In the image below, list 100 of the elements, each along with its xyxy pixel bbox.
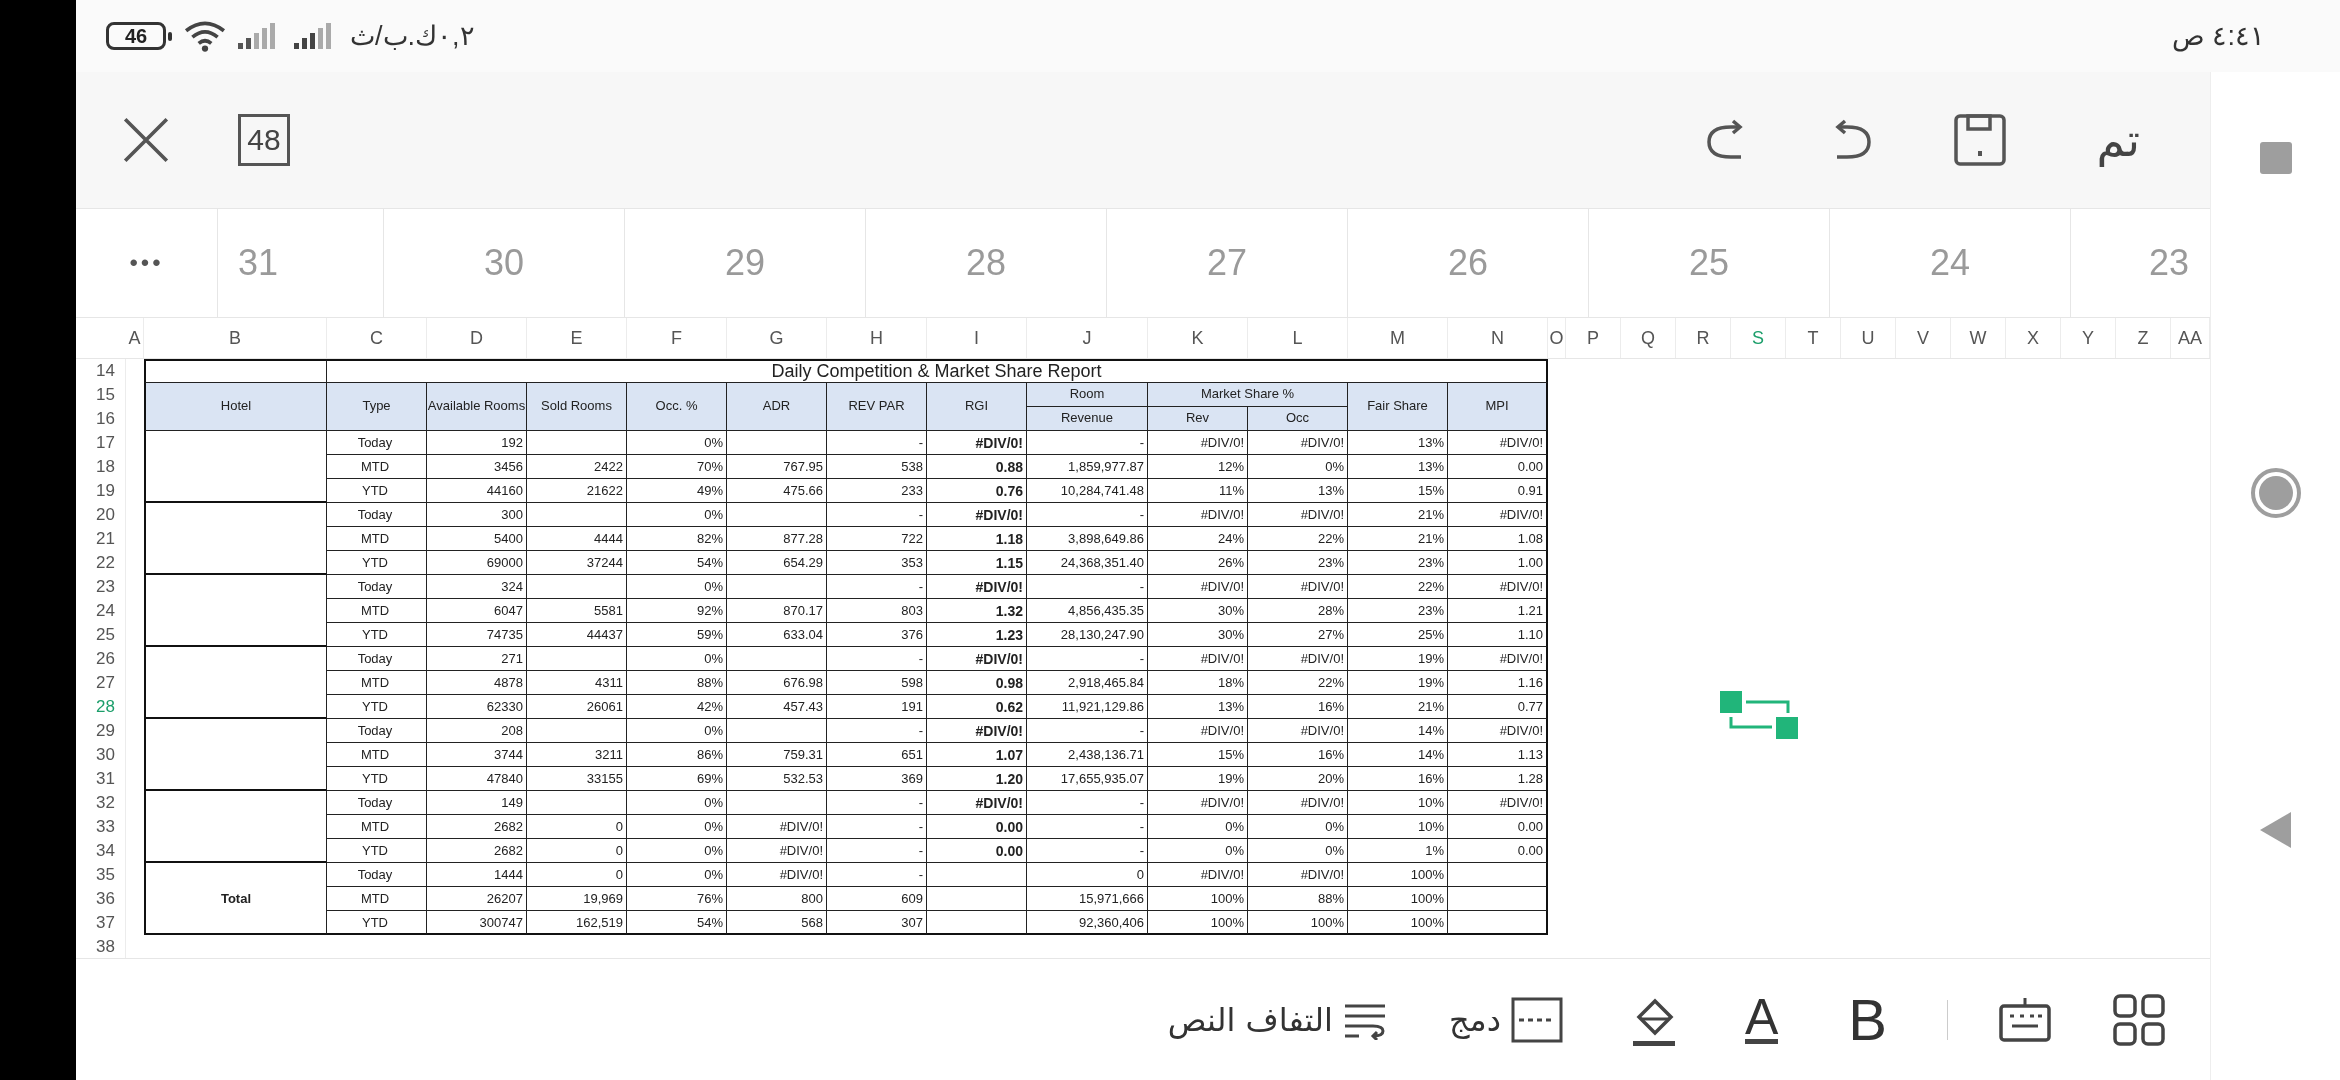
table-cell: 19,969 [527, 887, 627, 911]
row-number[interactable]: 20 [76, 503, 126, 527]
table-cell: 0% [1248, 815, 1348, 839]
column-header[interactable]: F [627, 318, 727, 358]
done-button[interactable]: تم [2096, 113, 2140, 167]
column-header[interactable]: N [1448, 318, 1548, 358]
row-number[interactable]: 37 [76, 911, 126, 935]
table-cell: 10,284,741.48 [1027, 479, 1148, 503]
row-number[interactable]: 32 [76, 791, 126, 815]
table-cell: 12% [1148, 455, 1248, 479]
column-header[interactable]: D [427, 318, 527, 358]
table-cell: 1.00 [1448, 551, 1548, 575]
column-header[interactable]: M [1348, 318, 1448, 358]
table-cell: #DIV/0! [1448, 431, 1548, 455]
row-number[interactable]: 38 [76, 935, 126, 958]
column-header[interactable]: X [2006, 318, 2061, 358]
column-header[interactable]: K [1148, 318, 1248, 358]
column-header[interactable]: C [327, 318, 427, 358]
header-cell: Type [327, 383, 427, 431]
row-number[interactable]: 27 [76, 671, 126, 695]
table-cell: 14% [1348, 719, 1448, 743]
table-cell: 1.21 [1448, 599, 1548, 623]
column-header[interactable]: P [1566, 318, 1621, 358]
row-number[interactable]: 29 [76, 719, 126, 743]
table-cell: - [1027, 431, 1148, 455]
column-header[interactable]: V [1896, 318, 1951, 358]
table-cell: 70% [627, 455, 727, 479]
row-number[interactable]: 15 [76, 383, 126, 407]
row-number[interactable]: 36 [76, 887, 126, 911]
table-cell: 0% [1248, 455, 1348, 479]
wrap-text-button[interactable]: التفاف النص [1167, 999, 1387, 1040]
row-number[interactable]: 23 [76, 575, 126, 599]
row-number[interactable]: 31 [76, 767, 126, 791]
table-cell: YTD [327, 479, 427, 503]
hotel-cell: Total [144, 863, 327, 935]
wifi-icon [184, 20, 226, 52]
row-number[interactable]: 16 [76, 407, 126, 431]
column-header[interactable]: T [1786, 318, 1841, 358]
column-header[interactable]: G [727, 318, 827, 358]
row-number[interactable]: 24 [76, 599, 126, 623]
column-header[interactable]: I [927, 318, 1027, 358]
more-button[interactable]: ••• [76, 209, 218, 317]
table-cell: 22% [1348, 575, 1448, 599]
row-number[interactable]: 18 [76, 455, 126, 479]
table-cell: 0.77 [1448, 695, 1548, 719]
column-header[interactable]: O [1548, 318, 1566, 358]
column-header[interactable]: B [144, 318, 327, 358]
column-header[interactable]: Q [1621, 318, 1676, 358]
table-cell: 0.00 [927, 815, 1027, 839]
recents-icon[interactable] [2257, 140, 2294, 176]
column-header[interactable]: A [126, 318, 144, 358]
row-number[interactable]: 30 [76, 743, 126, 767]
table-cell: 0 [1027, 863, 1148, 887]
column-header[interactable]: W [1951, 318, 2006, 358]
home-icon[interactable] [2249, 467, 2302, 519]
row-number[interactable]: 21 [76, 527, 126, 551]
table-cell: 870.17 [727, 599, 827, 623]
table-cell: 16% [1248, 743, 1348, 767]
row-number[interactable]: 26 [76, 647, 126, 671]
table-cell: 376 [827, 623, 927, 647]
column-header[interactable]: Z [2116, 318, 2171, 358]
keyboard-icon[interactable] [1998, 995, 2052, 1044]
table-cell: 2,918,465.84 [1027, 671, 1148, 695]
row-number[interactable]: 22 [76, 551, 126, 575]
column-header[interactable]: Y [2061, 318, 2116, 358]
column-header[interactable]: H [827, 318, 927, 358]
column-header[interactable]: L [1248, 318, 1348, 358]
column-header[interactable]: R [1676, 318, 1731, 358]
table-cell: 3211 [527, 743, 627, 767]
column-header[interactable]: U [1841, 318, 1896, 358]
table-cell: 49% [627, 479, 727, 503]
table-cell: 0% [627, 815, 727, 839]
bold-button[interactable]: B [1848, 986, 1887, 1053]
table-cell: 2,438,136.71 [1027, 743, 1148, 767]
row-number[interactable]: 33 [76, 815, 126, 839]
column-header[interactable]: S [1731, 318, 1786, 358]
font-color-button[interactable]: A [1744, 995, 1779, 1044]
save-icon[interactable] [1952, 113, 2007, 167]
header-cell: Hotel [144, 383, 327, 431]
table-cell: 475.66 [727, 479, 827, 503]
column-header[interactable]: J [1027, 318, 1148, 358]
grid-menu-icon[interactable] [2112, 992, 2166, 1047]
row-number[interactable]: 34 [76, 839, 126, 863]
table-cell: 191 [827, 695, 927, 719]
table-cell: 0.76 [927, 479, 1027, 503]
table-cell: 1% [1348, 839, 1448, 863]
selection-handle-icon[interactable] [1720, 691, 1798, 739]
table-cell: 0% [627, 839, 727, 863]
table-cell: 1.16 [1448, 671, 1548, 695]
page-count-button[interactable]: 48 [238, 114, 290, 166]
table-cell: 162,519 [527, 911, 627, 935]
table-cell: 532.53 [727, 767, 827, 791]
row-number[interactable]: 14 [76, 359, 126, 383]
table-cell: #DIV/0! [1448, 647, 1548, 671]
merge-button[interactable]: دمج [1448, 996, 1563, 1043]
row-number[interactable]: 25 [76, 623, 126, 647]
row-number[interactable]: 35 [76, 863, 126, 887]
column-header[interactable]: E [527, 318, 627, 358]
row-number[interactable]: 17 [76, 431, 126, 455]
row-number[interactable]: 19 [76, 479, 126, 503]
